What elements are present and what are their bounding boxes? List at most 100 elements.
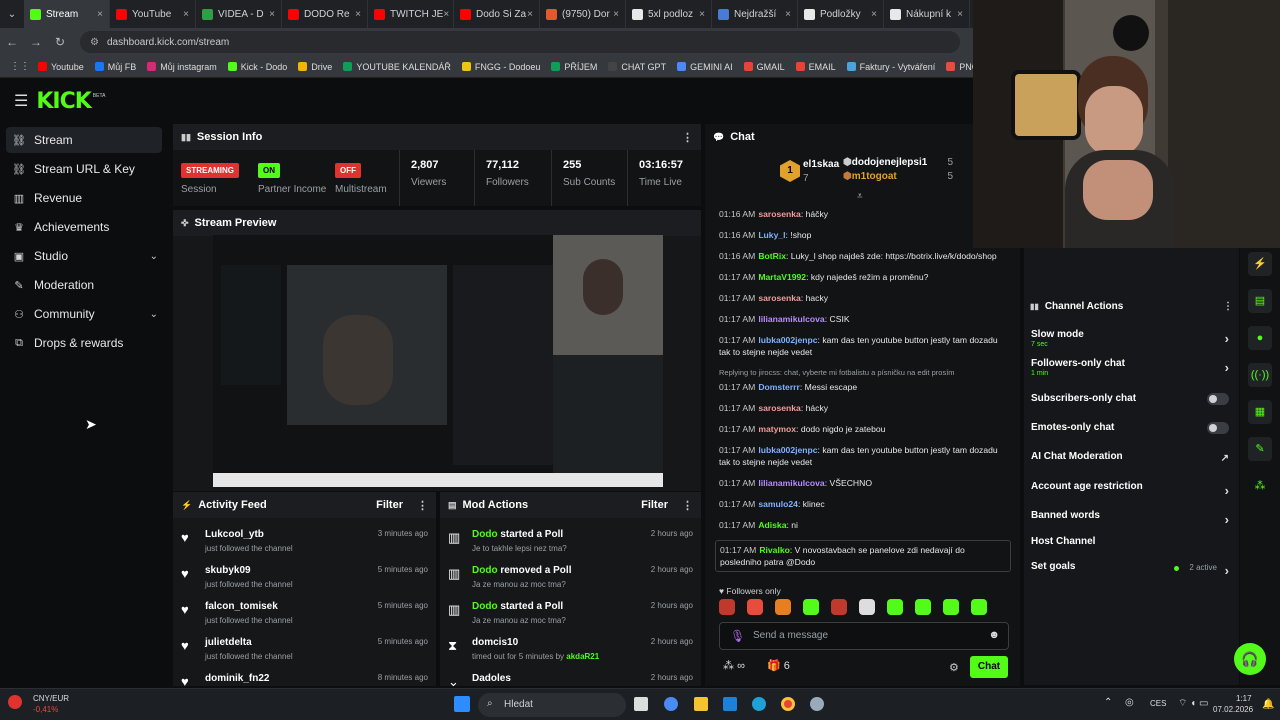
channel-action-followers-only-chat[interactable]: Followers-only chat 1 min › — [1031, 358, 1229, 377]
bookmark-0[interactable]: Youtube — [38, 62, 84, 72]
channel-action-emotes-only-chat[interactable]: Emotes-only chat — [1031, 422, 1229, 434]
sidebar-item-studio[interactable]: ▣ Studio ⌄ — [6, 243, 162, 269]
tab-3[interactable]: DODO Re × — [282, 0, 368, 28]
collapse-leaderboard-icon[interactable]: ⩡ — [857, 191, 863, 202]
kebab-menu-icon[interactable]: ⋮ — [417, 499, 428, 512]
chat-icon[interactable]: ● — [1248, 326, 1272, 350]
microphone-icon[interactable]: 🎙 — [730, 629, 745, 643]
bookmark-4[interactable]: Drive — [298, 62, 332, 72]
mod-action-user[interactable]: Dadoles — [472, 673, 511, 684]
chat-username[interactable]: sarosenka — [758, 293, 801, 303]
activity-filter-button[interactable]: Filter — [376, 499, 403, 511]
site-info-icon[interactable]: ⚙ — [90, 37, 99, 48]
clock-time[interactable]: 1:17 — [1236, 694, 1252, 703]
tab-9[interactable]: Podložky × — [798, 0, 884, 28]
leaderboard-top-user[interactable]: el1skaa — [803, 159, 839, 170]
chat-username[interactable]: sarosenka — [758, 403, 801, 413]
tab-4[interactable]: TWITCH JE × — [368, 0, 454, 28]
kick-logo[interactable]: KICK — [36, 89, 91, 114]
chevron-right-icon[interactable]: › — [1225, 360, 1229, 375]
activity-user[interactable]: Lukcool_ytb — [205, 529, 264, 540]
tab-close-icon[interactable]: × — [613, 9, 619, 20]
tab-search-icon[interactable]: ⌄ — [0, 9, 24, 20]
layout-icon[interactable]: ▦ — [1248, 400, 1272, 424]
network-icon[interactable]: ⌔ ◖ ▭ — [1178, 697, 1208, 710]
chat-username[interactable]: Adiska — [758, 520, 786, 530]
toggle-switch[interactable] — [1207, 393, 1229, 405]
tab-close-icon[interactable]: × — [527, 9, 533, 20]
sidebar-item-stream-url-key[interactable]: ⛓ Stream URL & Key — [6, 156, 162, 182]
tab-7[interactable]: 5xl podloz × — [626, 0, 712, 28]
chat-username[interactable]: matymox — [758, 424, 796, 434]
chat-username[interactable]: Rivalko — [759, 545, 790, 555]
taskbar-search[interactable]: ⌕ Hledat — [478, 693, 626, 717]
emote-icon[interactable] — [915, 599, 931, 615]
chat-username[interactable]: Luky_l — [758, 230, 785, 240]
tray-app-icon[interactable]: ◎ — [1125, 697, 1134, 708]
back-icon[interactable]: ← — [0, 35, 24, 49]
sidebar-item-drops-rewards[interactable]: ⧉ Drops & rewards — [6, 330, 162, 356]
wrench-icon[interactable]: ✎ — [1248, 437, 1272, 461]
emote-icon[interactable] — [887, 599, 903, 615]
tab-1[interactable]: YouTube × — [110, 0, 196, 28]
community-icon[interactable]: ⁂ — [1248, 474, 1272, 498]
chevron-right-icon[interactable]: › — [1225, 512, 1229, 527]
bookmark-9[interactable]: GEMINI AI — [677, 62, 733, 72]
chevron-right-icon[interactable]: › — [1225, 483, 1229, 498]
sidebar-item-community[interactable]: ⚇ Community ⌄ — [6, 301, 162, 327]
windows-start-icon[interactable] — [454, 696, 470, 712]
bookmark-6[interactable]: FNGG - Dodoeu — [461, 62, 540, 72]
tab-2[interactable]: VIDEA - D × — [196, 0, 282, 28]
chevron-right-icon[interactable]: › — [1225, 563, 1229, 578]
tab-close-icon[interactable]: × — [785, 9, 791, 20]
activity-user[interactable]: skubyk09 — [205, 565, 251, 576]
gift-stat[interactable]: 🎁 6 — [767, 659, 790, 672]
tab-close-icon[interactable]: × — [443, 9, 449, 20]
chat-username[interactable]: sarosenka — [758, 209, 801, 219]
url-field[interactable]: ⚙ dashboard.kick.com/stream — [80, 31, 960, 53]
emote-icon[interactable] — [859, 599, 875, 615]
mod-action-user[interactable]: Dodo — [472, 565, 498, 576]
chat-settings-icon[interactable]: ⚙ — [949, 661, 959, 674]
mod-action-user[interactable]: domcis10 — [472, 637, 518, 648]
channel-action-host-channel[interactable]: Host Channel — [1031, 536, 1229, 547]
chat-send-button[interactable]: Chat — [970, 656, 1008, 678]
file-explorer-icon[interactable] — [694, 697, 708, 711]
notification-icon[interactable]: 🔔 — [1262, 699, 1274, 710]
emote-icon[interactable] — [719, 599, 735, 615]
emote-icon[interactable] — [803, 599, 819, 615]
tab-6[interactable]: (9750) Dor × — [540, 0, 626, 28]
emoji-icon[interactable]: ☻ — [988, 629, 1000, 641]
emote-icon[interactable] — [943, 599, 959, 615]
channel-action-banned-words[interactable]: Banned words › — [1031, 510, 1229, 527]
hamburger-menu-icon[interactable]: ☰ — [14, 91, 28, 111]
sidebar-item-revenue[interactable]: ▥ Revenue — [6, 185, 162, 211]
stream-preview-video[interactable] — [213, 235, 663, 487]
sidebar-item-achievements[interactable]: ♛ Achievements — [6, 214, 162, 240]
bookmark-3[interactable]: Kick - Dodo — [227, 62, 287, 72]
chat-username[interactable]: lilianamikulcova — [758, 314, 824, 324]
bookmark-2[interactable]: Můj instagram — [147, 62, 217, 72]
reload-icon[interactable]: ↻ — [48, 35, 72, 49]
mod-filter-button[interactable]: Filter — [641, 499, 668, 511]
emote-icon[interactable] — [831, 599, 847, 615]
kebab-menu-icon[interactable]: ⋮ — [1223, 301, 1233, 312]
settings-icon[interactable] — [810, 697, 824, 711]
external-link-icon[interactable]: ↗ — [1221, 453, 1229, 464]
tab-close-icon[interactable]: × — [355, 9, 361, 20]
leaderboard-user[interactable]: dodojenejlepsi1 — [852, 157, 928, 168]
tray-chevron-icon[interactable]: ⌃ — [1104, 697, 1112, 708]
emote-icon[interactable] — [747, 599, 763, 615]
clock-date[interactable]: 07.02.2026 — [1213, 705, 1253, 714]
chat-username[interactable]: lubka002jenpc — [758, 445, 817, 455]
leaderboard-user[interactable]: m1togoat — [852, 171, 897, 182]
raid-icon[interactable]: ⚡ — [1248, 252, 1272, 276]
chat-username[interactable]: lubka002jenpc — [758, 335, 817, 345]
mod-action-user[interactable]: Dodo — [472, 529, 498, 540]
bookmark-8[interactable]: CHAT GPT — [608, 62, 666, 72]
tab-close-icon[interactable]: × — [183, 9, 189, 20]
bookmark-1[interactable]: Můj FB — [94, 62, 136, 72]
chat-username[interactable]: MartaV1992 — [758, 272, 806, 282]
kebab-menu-icon[interactable]: ⋮ — [682, 499, 693, 512]
kebab-menu-icon[interactable]: ⋮ — [682, 131, 693, 144]
